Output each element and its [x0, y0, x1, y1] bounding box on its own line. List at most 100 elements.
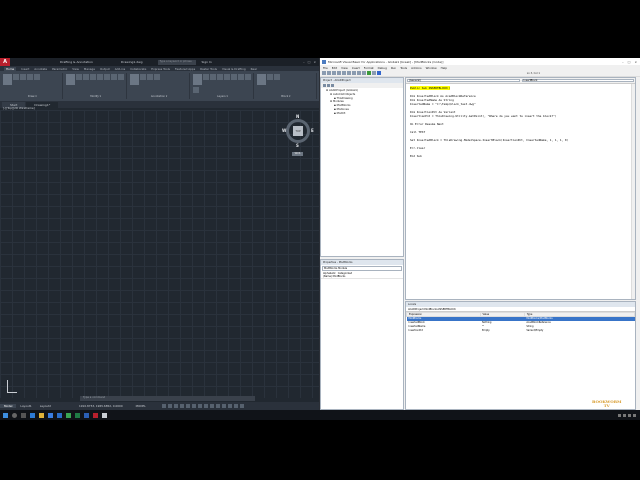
layout-tab[interactable]: Model	[0, 404, 17, 408]
excel-icon[interactable]	[75, 412, 80, 418]
copy-icon[interactable]	[342, 71, 346, 75]
menu-item[interactable]: Run	[391, 66, 396, 70]
tool-icon[interactable]	[153, 74, 160, 80]
ribbon-tab[interactable]: Featured Apps	[175, 67, 195, 71]
tool-icon[interactable]	[203, 74, 210, 80]
panel-name[interactable]: Block ▾	[256, 95, 316, 99]
panel-name[interactable]: Annotation ▾	[129, 95, 189, 99]
tool-icon[interactable]	[146, 74, 153, 80]
panel-name[interactable]: Layers ▾	[192, 95, 252, 99]
tool-icon[interactable]	[238, 74, 245, 80]
status-toggle-icon[interactable]	[209, 404, 214, 408]
command-line[interactable]: Type a command	[80, 396, 255, 401]
tool-icon[interactable]	[217, 74, 224, 80]
menu-item[interactable]: File	[323, 66, 328, 70]
tool-icon[interactable]	[193, 87, 200, 93]
tool-icon[interactable]	[97, 74, 104, 80]
battery-icon[interactable]	[628, 413, 631, 417]
ribbon-tab[interactable]: Raster Tools	[200, 67, 217, 71]
volume-icon[interactable]	[623, 413, 626, 417]
reset-icon[interactable]	[377, 71, 381, 75]
tool-icon[interactable]	[90, 74, 97, 80]
ribbon-tab[interactable]: Manage	[84, 67, 95, 71]
redo-icon[interactable]	[362, 71, 366, 75]
ribbon-tab[interactable]: Visual & Drafting	[222, 67, 246, 71]
vba-taskbar-icon[interactable]	[102, 412, 107, 418]
toggle-folders-icon[interactable]	[331, 84, 334, 87]
viewport-controls[interactable]: [-][Top][2D Wireframe]	[3, 106, 35, 110]
search-icon[interactable]	[12, 412, 17, 418]
menu-item[interactable]: Edit	[332, 66, 337, 70]
tool-icon[interactable]	[104, 74, 111, 80]
autocad-taskbar-icon[interactable]	[93, 412, 98, 418]
tool-icon[interactable]	[139, 74, 146, 80]
tool-icon[interactable]	[266, 74, 273, 80]
tool-icon[interactable]	[20, 74, 26, 80]
autocad-logo[interactable]: A	[0, 58, 10, 66]
ribbon-tab[interactable]: View	[72, 67, 79, 71]
code-scrollbar[interactable]	[631, 84, 635, 299]
view-acad-icon[interactable]	[322, 71, 326, 75]
view-code-icon[interactable]	[323, 84, 326, 87]
tool-icon[interactable]	[66, 74, 76, 85]
tool-icon[interactable]	[245, 74, 252, 80]
close-icon[interactable]: ×	[313, 60, 316, 64]
procedure-dropdown[interactable]: InsertBlock	[521, 79, 634, 82]
status-toggle-icon[interactable]	[221, 404, 226, 408]
tool-icon[interactable]	[13, 74, 19, 80]
locals-row[interactable]: InsertionPnt Empty Variant/Empty	[407, 329, 635, 333]
insert-icon[interactable]	[327, 71, 331, 75]
minimize-icon[interactable]: –	[622, 60, 624, 64]
tool-icon[interactable]	[27, 74, 33, 80]
compass-south[interactable]: S	[296, 143, 299, 148]
tool-icon[interactable]	[273, 74, 280, 80]
tool-icon[interactable]	[83, 74, 90, 80]
save-icon[interactable]	[332, 71, 336, 75]
undo-icon[interactable]	[357, 71, 361, 75]
menu-item[interactable]: Tools	[400, 66, 407, 70]
menu-item[interactable]: Window	[426, 66, 437, 70]
search-input[interactable]: Type a keyword or phrase	[157, 59, 196, 65]
ribbon-tab[interactable]: Home	[4, 66, 17, 71]
view-object-icon[interactable]	[327, 84, 330, 87]
object-combo[interactable]: ModBlocks Module	[322, 266, 402, 271]
viewcube[interactable]: TOP N S E W	[282, 114, 314, 148]
ribbon-tab[interactable]: Add-ins	[115, 67, 125, 71]
layout-tab[interactable]: Layout2	[36, 404, 55, 408]
store-icon[interactable]	[48, 412, 53, 418]
cut-icon[interactable]	[337, 71, 341, 75]
menu-item[interactable]: Help	[441, 66, 447, 70]
chrome-icon[interactable]	[66, 412, 71, 418]
tool-icon[interactable]	[111, 74, 118, 80]
tool-icon[interactable]	[129, 74, 139, 85]
task-view-icon[interactable]	[21, 412, 26, 418]
viewcube-top-face[interactable]: TOP	[293, 126, 303, 136]
status-toggle-icon[interactable]	[203, 404, 208, 408]
tool-icon[interactable]	[34, 74, 40, 80]
model-space-toggle[interactable]: MODEL	[132, 404, 150, 408]
property-row[interactable]: (Name) ModBlocks	[321, 275, 403, 279]
edge-icon[interactable]	[30, 412, 35, 418]
compass-north[interactable]: N	[296, 114, 299, 119]
tool-icon[interactable]	[256, 74, 266, 85]
code-editor[interactable]: Public Sub INSERTBLOCK() Dim InsertedBloc…	[406, 84, 635, 160]
tool-icon[interactable]	[76, 74, 83, 80]
tool-icon[interactable]	[193, 74, 203, 85]
paste-icon[interactable]	[347, 71, 351, 75]
ribbon-tab[interactable]: Express Tools	[151, 67, 170, 71]
menu-item[interactable]: Debug	[378, 66, 387, 70]
ribbon-tab[interactable]: Output	[100, 67, 110, 71]
panel-name[interactable]: Draw ▾	[2, 95, 62, 99]
maximize-icon[interactable]: □	[628, 60, 631, 64]
menu-item[interactable]: View	[341, 66, 348, 70]
tool-icon[interactable]	[210, 74, 217, 80]
status-toggle-icon[interactable]	[227, 404, 232, 408]
tool-icon[interactable]	[118, 74, 125, 80]
run-icon[interactable]	[367, 71, 371, 75]
start-icon[interactable]	[3, 412, 8, 418]
tool-icon[interactable]	[231, 74, 238, 80]
maximize-icon[interactable]: □	[308, 60, 311, 64]
tree-node[interactable]: ▪ Mod03	[323, 112, 401, 116]
ribbon-tab[interactable]: Parametric	[52, 67, 67, 71]
object-dropdown[interactable]: (General)	[407, 79, 520, 82]
